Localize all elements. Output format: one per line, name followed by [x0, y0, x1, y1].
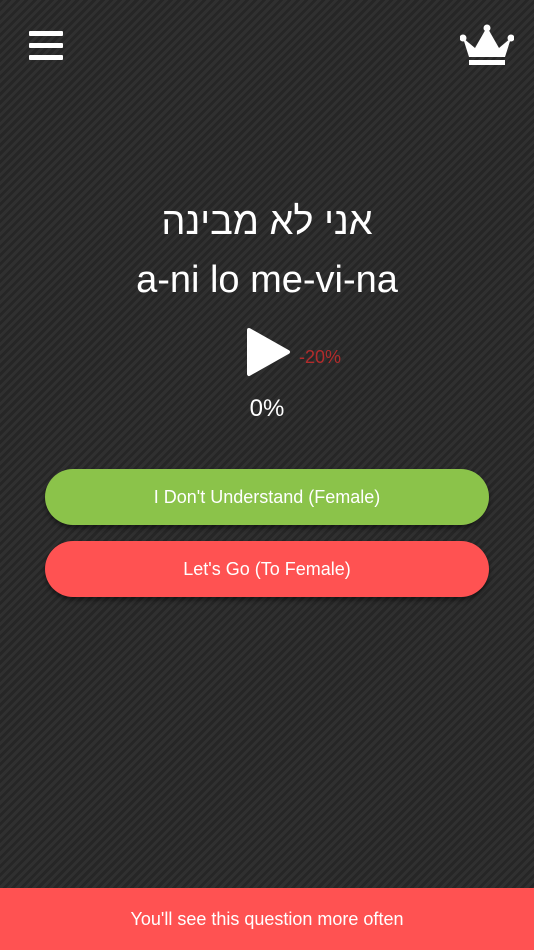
phrase-transliteration: a-ni lo me-vi-na [136, 259, 398, 301]
hamburger-menu-icon[interactable] [27, 28, 65, 64]
playback-speed-label[interactable]: -20% [299, 346, 341, 368]
play-icon-graphic [247, 328, 290, 376]
crown-icon-graphic [460, 24, 514, 65]
progress-percent: 0% [249, 395, 285, 422]
menu-bar-middle [29, 43, 63, 48]
menu-bar-top [29, 31, 63, 36]
answer-button-dont-understand[interactable]: I Don't Understand (Female) [45, 469, 489, 525]
crown-icon[interactable] [460, 24, 514, 68]
answer-button-lets-go[interactable]: Let's Go (To Female) [45, 541, 489, 597]
phrase-native-text: אני לא מבינה [161, 201, 373, 243]
feedback-banner: You'll see this question more often [0, 888, 534, 950]
menu-bar-bottom [29, 55, 63, 60]
play-icon[interactable] [244, 326, 292, 378]
